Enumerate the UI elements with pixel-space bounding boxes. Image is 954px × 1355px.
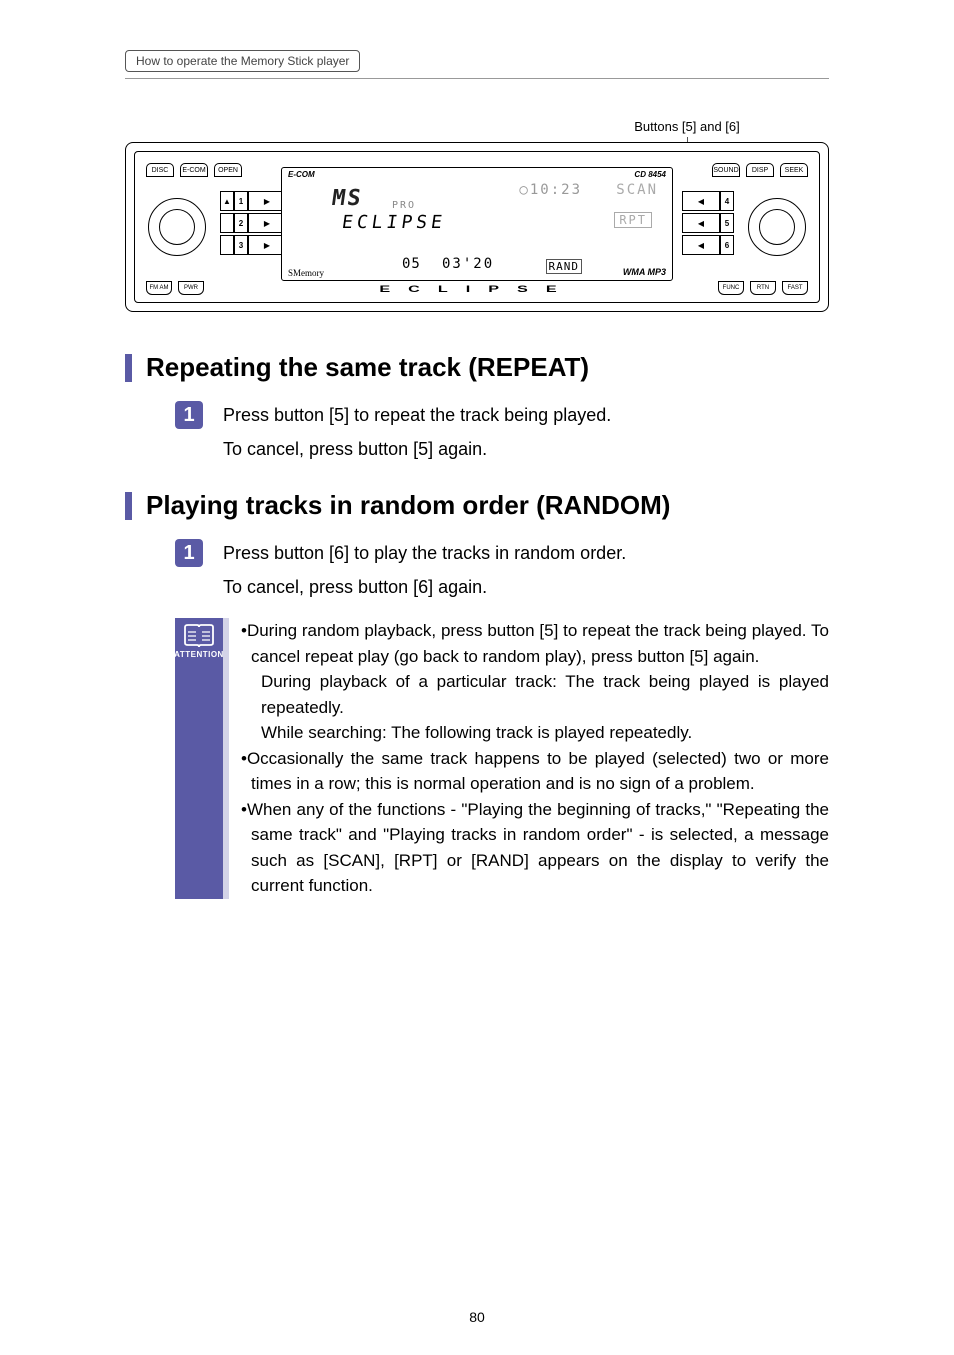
top-left-buttons: DISC E-COM OPEN — [146, 163, 242, 177]
open-button: OPEN — [214, 163, 242, 177]
preset-4: 4 — [720, 191, 734, 211]
right-presets: ◀4 ◀5 ◀6 — [682, 191, 734, 255]
screen-scan: SCAN — [616, 182, 658, 198]
page-number: 80 — [469, 1309, 485, 1325]
screen-clock: ○10:23 — [519, 182, 582, 198]
attention-bullet: •During random playback, press button [5… — [241, 618, 829, 669]
screen-rpt: RPT — [614, 212, 652, 228]
lcd-screen: E-COM CD 8454 MS PRO ○10:23 SCAN ECLIPSE… — [281, 167, 673, 281]
section-heading-repeat: Repeating the same track (REPEAT) — [125, 352, 829, 383]
breadcrumb: How to operate the Memory Stick player — [125, 50, 360, 72]
section-heading-random: Playing tracks in random order (RANDOM) — [125, 490, 829, 521]
section-accent-bar — [125, 492, 132, 520]
screen-track: 05 — [402, 256, 421, 272]
screen-brand-tr: CD 8454 — [634, 170, 666, 179]
screen-folder: ECLIPSE — [341, 212, 448, 233]
preset-3: 3 — [234, 235, 248, 255]
step-number-badge: 1 — [175, 401, 203, 429]
screen-rand: RAND — [546, 259, 583, 274]
attention-label: ATTENTION — [174, 650, 224, 659]
screen-mode: MS — [330, 186, 364, 211]
top-right-buttons: SOUND DISP SEEK — [712, 163, 808, 177]
step-row: 1 Press button [6] to play the tracks in… — [175, 539, 829, 567]
screen-format-icons: WMA MP3 — [623, 267, 666, 277]
attention-content: •During random playback, press button [5… — [229, 618, 829, 899]
func-button: FUNC — [718, 281, 744, 295]
preset-6: 6 — [720, 235, 734, 255]
disc-button: DISC — [146, 163, 174, 177]
step-number-badge: 1 — [175, 539, 203, 567]
diagram-annotation: Buttons [5] and [6] — [545, 119, 829, 134]
attention-subline: During playback of a particular track: T… — [241, 669, 829, 720]
fast-button: FAST — [782, 281, 808, 295]
screen-sub: PRO — [392, 200, 416, 211]
preset-1: 1 — [234, 191, 248, 211]
seek-button: SEEK — [780, 163, 808, 177]
attention-subline: While searching: The following track is … — [241, 720, 829, 746]
section-accent-bar — [125, 354, 132, 382]
attention-box: ATTENTION •During random playback, press… — [175, 618, 829, 899]
section-title: Playing tracks in random order (RANDOM) — [146, 490, 670, 521]
step-instruction: Press button [6] to play the tracks in r… — [223, 543, 626, 564]
right-knob — [748, 198, 806, 256]
left-knob — [148, 198, 206, 256]
section-body: To cancel, press button [5] again. — [223, 439, 829, 460]
step-row: 1 Press button [5] to repeat the track b… — [175, 401, 829, 429]
attention-badge: ATTENTION — [175, 618, 223, 899]
section-body: To cancel, press button [6] again. — [223, 577, 829, 598]
screen-brand-tl: E-COM — [288, 170, 315, 179]
left-presets: ▲1▶ 2▶ 3▶ — [220, 191, 286, 255]
device-brand: ECLIPSE — [379, 284, 574, 294]
attention-bullet: •When any of the functions - "Playing th… — [241, 797, 829, 899]
disp-button: DISP — [746, 163, 774, 177]
rtn-button: RTN — [750, 281, 776, 295]
sound-button: SOUND — [712, 163, 740, 177]
preset-5: 5 — [720, 213, 734, 233]
ecom-button: E-COM — [180, 163, 208, 177]
screen-memory-label: SMemory — [288, 268, 324, 278]
bottom-left-buttons: FM AM PWR — [146, 281, 204, 295]
device-diagram: DISC E-COM OPEN SOUND DISP SEEK ▲1▶ 2▶ 3… — [125, 142, 829, 312]
pwr-button: PWR — [178, 281, 204, 295]
section-title: Repeating the same track (REPEAT) — [146, 352, 589, 383]
screen-elapsed: 03'20 — [442, 256, 494, 272]
header-rule — [125, 78, 829, 79]
preset-2: 2 — [234, 213, 248, 233]
fm-am-button: FM AM — [146, 281, 172, 295]
annotation-text: Buttons [5] and [6] — [634, 119, 740, 134]
attention-bullet: •Occasionally the same track happens to … — [241, 746, 829, 797]
book-icon — [183, 624, 215, 648]
bottom-right-buttons: FUNC RTN FAST — [718, 281, 808, 295]
step-instruction: Press button [5] to repeat the track bei… — [223, 405, 611, 426]
